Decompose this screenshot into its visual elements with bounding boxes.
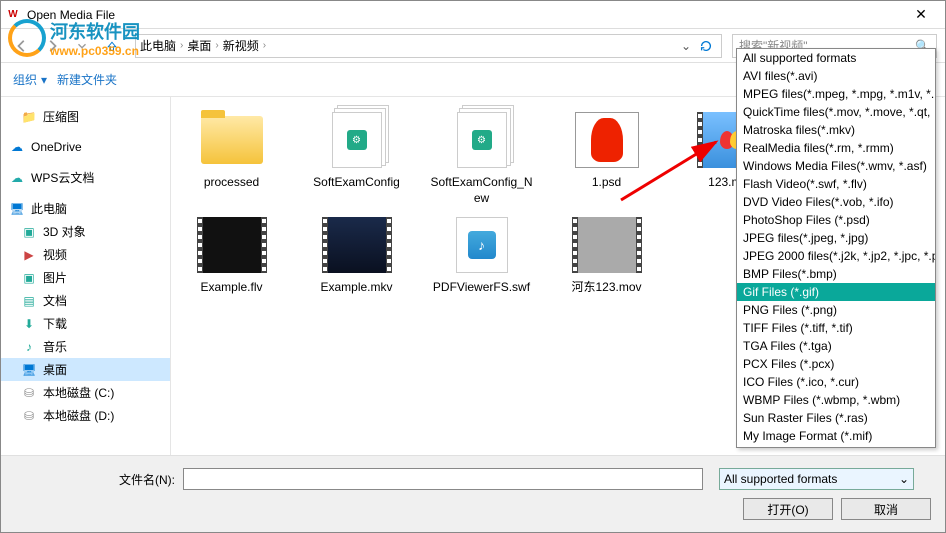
desktop-icon: 🖥 (21, 362, 37, 378)
cloud-icon: ☁ (9, 139, 25, 155)
video-thumb (197, 217, 267, 273)
cube-icon: ▣ (21, 224, 37, 240)
cloud-icon: ☁ (9, 170, 25, 186)
filetype-option[interactable]: TGA Files (*.tga) (737, 337, 935, 355)
filetype-option[interactable]: My Image Format (*.mif) (737, 427, 935, 445)
sidebar-item-onedrive[interactable]: ☁OneDrive (1, 136, 170, 158)
filename-label: 文件名(N): (15, 471, 175, 488)
filetype-select[interactable]: All supported formats ⌄ (719, 468, 914, 490)
forward-button[interactable] (39, 33, 65, 59)
filetype-option[interactable]: DVD Video Files(*.vob, *.ifo) (737, 193, 935, 211)
video-thumb (572, 217, 642, 273)
new-folder-button[interactable]: 新建文件夹 (57, 71, 117, 88)
filetype-option[interactable]: All supported formats (737, 49, 935, 67)
config-icon: ⚙ (332, 112, 382, 168)
file-item[interactable]: ♪PDFViewerFS.swf (429, 214, 534, 296)
sidebar-item-documents[interactable]: ▤文档 (1, 289, 170, 312)
organize-button[interactable]: 组织 ▾ (13, 71, 47, 88)
filetype-option[interactable]: PNG Files (*.png) (737, 301, 935, 319)
chevron-right-icon: › (180, 40, 183, 51)
filetype-option[interactable]: PhotoShop Files (*.psd) (737, 211, 935, 229)
recent-button[interactable] (69, 33, 95, 59)
refresh-button[interactable] (695, 39, 717, 53)
sidebar-item-3d[interactable]: ▣3D 对象 (1, 220, 170, 243)
window-title: Open Media File (27, 8, 901, 22)
breadcrumb-dropdown-icon[interactable]: ⌄ (681, 39, 691, 53)
sidebar: 📁压缩图 ☁OneDrive ☁WPS云文档 🖥此电脑 ▣3D 对象 ▶视频 ▣… (1, 97, 171, 455)
file-item[interactable]: Example.mkv (304, 214, 409, 296)
file-item[interactable]: 河东123.mov (554, 214, 659, 296)
filetype-option[interactable]: Matroska files(*.mkv) (737, 121, 935, 139)
file-item[interactable]: ⚙SoftExamConfig_New (429, 109, 534, 206)
sidebar-item-zip[interactable]: 📁压缩图 (1, 105, 170, 128)
filetype-option[interactable]: RealMedia files(*.rm, *.rmm) (737, 139, 935, 157)
open-button[interactable]: 打开(O) (743, 498, 833, 520)
sidebar-item-pictures[interactable]: ▣图片 (1, 266, 170, 289)
filetype-option[interactable]: Windows Media Files(*.wmv, *.asf) (737, 157, 935, 175)
file-item[interactable]: 1.psd (554, 109, 659, 206)
pc-icon: 🖥 (9, 201, 25, 217)
chevron-down-icon: ⌄ (899, 472, 909, 486)
music-icon: ♪ (21, 339, 37, 355)
swf-icon: ♪ (456, 217, 508, 273)
folder-icon (201, 116, 263, 164)
video-icon: ▶ (21, 247, 37, 263)
config-icon: ⚙ (457, 112, 507, 168)
footer: 文件名(N): All supported formats ⌄ 打开(O) 取消 (1, 455, 945, 532)
filetype-option[interactable]: WBMP Files (*.wbmp, *.wbm) (737, 391, 935, 409)
sidebar-item-music[interactable]: ♪音乐 (1, 335, 170, 358)
sidebar-item-downloads[interactable]: ⬇下载 (1, 312, 170, 335)
video-thumb (322, 217, 392, 273)
filetype-option[interactable]: Flash Video(*.swf, *.flv) (737, 175, 935, 193)
filetype-option[interactable]: AVI files(*.avi) (737, 67, 935, 85)
filetype-option[interactable]: JPEG 2000 files(*.j2k, *.jp2, *.jpc, *.p (737, 247, 935, 265)
app-icon: W (5, 7, 21, 23)
breadcrumb[interactable]: 此电脑 › 桌面 › 新视频 › ⌄ (135, 34, 722, 58)
sidebar-item-videos[interactable]: ▶视频 (1, 243, 170, 266)
file-item[interactable]: processed (179, 109, 284, 206)
sidebar-item-thispc[interactable]: 🖥此电脑 (1, 197, 170, 220)
up-button[interactable] (99, 33, 125, 59)
back-button[interactable] (9, 33, 35, 59)
filetype-option[interactable]: JPEG files(*.jpeg, *.jpg) (737, 229, 935, 247)
filetype-option[interactable]: Gif Files (*.gif) (737, 283, 935, 301)
cancel-button[interactable]: 取消 (841, 498, 931, 520)
file-item[interactable]: ⚙SoftExamConfig (304, 109, 409, 206)
filetype-option[interactable]: BMP Files(*.bmp) (737, 265, 935, 283)
filetype-dropdown[interactable]: All supported formatsAVI files(*.avi)MPE… (736, 48, 936, 448)
chevron-right-icon: › (215, 40, 218, 51)
filetype-option[interactable]: ICO Files (*.ico, *.cur) (737, 373, 935, 391)
chevron-down-icon: ▾ (41, 73, 47, 87)
filetype-option[interactable]: Portable Graymap (*.pgm, *.ppm) (737, 445, 935, 448)
sidebar-item-diskd[interactable]: ⛁本地磁盘 (D:) (1, 404, 170, 427)
breadcrumb-pc[interactable]: 此电脑 (140, 37, 176, 54)
filetype-option[interactable]: Sun Raster Files (*.ras) (737, 409, 935, 427)
filetype-option[interactable]: TIFF Files (*.tiff, *.tif) (737, 319, 935, 337)
folder-icon: 📁 (21, 109, 37, 125)
breadcrumb-folder[interactable]: 新视频 (223, 37, 259, 54)
breadcrumb-desktop[interactable]: 桌面 (187, 37, 211, 54)
filetype-option[interactable]: QuickTime files(*.mov, *.move, *.qt, (737, 103, 935, 121)
psd-thumb (575, 112, 639, 168)
sidebar-item-desktop[interactable]: 🖥桌面 (1, 358, 170, 381)
filename-input[interactable] (183, 468, 703, 490)
sidebar-item-diskc[interactable]: ⛁本地磁盘 (C:) (1, 381, 170, 404)
picture-icon: ▣ (21, 270, 37, 286)
disk-icon: ⛁ (21, 408, 37, 424)
filetype-option[interactable]: PCX Files (*.pcx) (737, 355, 935, 373)
chevron-right-icon: › (263, 40, 266, 51)
filetype-option[interactable]: MPEG files(*.mpeg, *.mpg, *.m1v, *. (737, 85, 935, 103)
download-icon: ⬇ (21, 316, 37, 332)
file-item[interactable]: Example.flv (179, 214, 284, 296)
titlebar: W Open Media File ✕ (1, 1, 945, 29)
doc-icon: ▤ (21, 293, 37, 309)
disk-icon: ⛁ (21, 385, 37, 401)
sidebar-item-wps[interactable]: ☁WPS云文档 (1, 166, 170, 189)
close-button[interactable]: ✕ (901, 1, 941, 28)
